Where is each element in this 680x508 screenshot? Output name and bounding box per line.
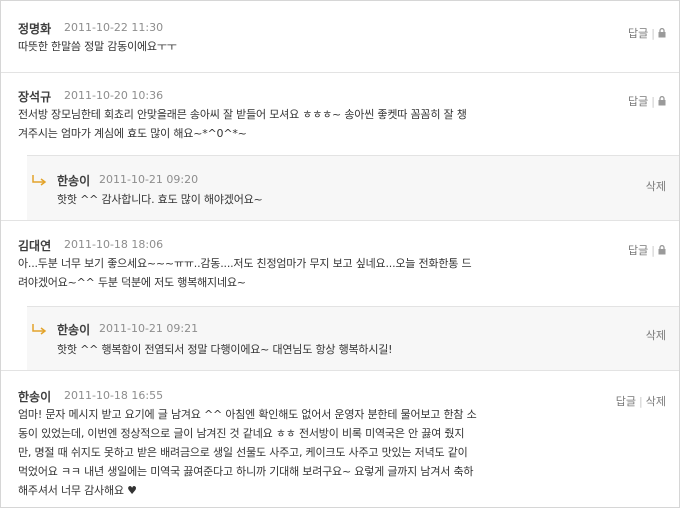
- reply-line: 핫핫 ^^ 감사합니다. 효도 많이 해야겠어요~: [57, 193, 263, 206]
- comment-item: 김대연 2011-10-18 18:06 답글 | 아...두분 너무 보기 좋으…: [1, 220, 679, 306]
- comment-text: 전서방 장모님한테 회쵸리 안맞을래믄 송아씨 잘 받들어 모셔요 ㅎㅎㅎ~ 송…: [18, 105, 548, 143]
- reply-arrow-icon: [32, 324, 47, 335]
- comment-line: 아...두분 너무 보기 좋으세요~~~ㅠㅠ..감동....저도 친정엄마가 무…: [18, 257, 472, 270]
- comment-author: 김대연: [18, 239, 52, 253]
- comment-actions: 답글 |: [628, 242, 666, 258]
- reply-date: 2011-10-21 09:21: [99, 322, 199, 335]
- reply-button[interactable]: 답글: [628, 244, 648, 257]
- comment-actions: 답글 | 삭제: [616, 393, 666, 409]
- reply-button[interactable]: 답글: [616, 395, 636, 408]
- comment-line: 려야겠어요~^^ 두분 덕분에 저도 행복해지네요~: [18, 276, 246, 289]
- comment-line: 먹었어요 ㅋㅋ 내년 생일에는 미역국 끓여준다고 하니까 기대해 보려구요~ …: [18, 465, 474, 478]
- comment-text: 엄마! 문자 메시지 받고 요기에 글 남겨요 ^^ 아침엔 확인해도 없어서 …: [18, 405, 558, 500]
- lock-icon: [658, 28, 666, 38]
- reply-text: 핫핫 ^^ 감사합니다. 효도 많이 해야겠어요~: [57, 190, 263, 209]
- comment-item: 장석규 2011-10-20 10:36 답글 | 전서방 장모님한테 회쵸리 안…: [1, 72, 679, 155]
- divider: |: [651, 27, 655, 40]
- reply-button[interactable]: 답글: [628, 95, 648, 108]
- reply-button[interactable]: 답글: [628, 27, 648, 40]
- reply-text: 핫핫 ^^ 행복함이 전염되서 정말 다행이에요~ 대연님도 항상 행복하시길!: [57, 340, 393, 359]
- comment-date: 2011-10-18 18:06: [64, 238, 164, 251]
- reply-date: 2011-10-21 09:20: [99, 173, 199, 186]
- comment-text: 따뜻한 한말씀 정말 감동이에요ㅜㅜ: [18, 37, 177, 56]
- comment-actions: 답글 |: [628, 25, 666, 41]
- comment-actions: 답글 |: [628, 93, 666, 109]
- delete-button[interactable]: 삭제: [646, 178, 666, 194]
- comment-line: 엄마! 문자 메시지 받고 요기에 글 남겨요 ^^ 아침엔 확인해도 없어서 …: [18, 408, 477, 421]
- comment-date: 2011-10-18 16:55: [64, 389, 164, 402]
- comment-author: 장석규: [18, 90, 52, 104]
- lock-icon: [658, 245, 666, 255]
- comment-text: 아...두분 너무 보기 좋으세요~~~ㅠㅠ..감동....저도 친정엄마가 무…: [18, 254, 558, 292]
- comment-line: 따뜻한 한말씀 정말 감동이에요ㅜㅜ: [18, 40, 177, 53]
- reply-author: 한송이: [57, 174, 91, 188]
- comment-line: 겨주시는 엄마가 계심에 효도 많이 해요~*^0^*~: [18, 127, 247, 140]
- comment-item: 정명화 2011-10-22 11:30 답글 | 따뜻한 한말씀 정말 감동이에…: [1, 1, 679, 72]
- comment-line: 전서방 장모님한테 회쵸리 안맞을래믄 송아씨 잘 받들어 모셔요 ㅎㅎㅎ~ 송…: [18, 108, 467, 121]
- reply-item: 한송이 2011-10-21 09:21 삭제 핫핫 ^^ 행복함이 전염되서 …: [27, 306, 679, 370]
- comment-item: 한송이 2011-10-18 16:55 답글 | 삭제 엄마! 문자 메시지 받고…: [1, 370, 679, 507]
- comment-line: 해주셔서 너무 감사해요 ♥: [18, 484, 137, 497]
- reply-author: 한송이: [57, 323, 91, 337]
- comment-author: 한송이: [18, 390, 52, 404]
- comment-date: 2011-10-22 11:30: [64, 21, 164, 34]
- comment-list: 정명화 2011-10-22 11:30 답글 | 따뜻한 한말씀 정말 감동이에…: [0, 0, 680, 508]
- comment-author: 정명화: [18, 22, 52, 36]
- delete-button[interactable]: 삭제: [646, 327, 666, 343]
- comment-line: 동이 있었는데, 이번엔 정상적으로 글이 남겨진 것 같네요 ㅎㅎ 전서방이 …: [18, 427, 465, 440]
- lock-icon: [658, 96, 666, 106]
- reply-arrow-icon: [32, 175, 47, 186]
- comment-date: 2011-10-20 10:36: [64, 89, 164, 102]
- delete-button[interactable]: 삭제: [646, 395, 666, 408]
- reply-line: 핫핫 ^^ 행복함이 전염되서 정말 다행이에요~ 대연님도 항상 행복하시길!: [57, 343, 393, 356]
- divider: |: [651, 95, 655, 108]
- divider: |: [639, 395, 643, 408]
- comment-line: 만, 명절 때 쉬지도 못하고 받은 배려금으로 생일 선물도 사주고, 케이크…: [18, 446, 468, 459]
- reply-item: 한송이 2011-10-21 09:20 삭제 핫핫 ^^ 감사합니다. 효도 …: [27, 155, 679, 220]
- divider: |: [651, 244, 655, 257]
